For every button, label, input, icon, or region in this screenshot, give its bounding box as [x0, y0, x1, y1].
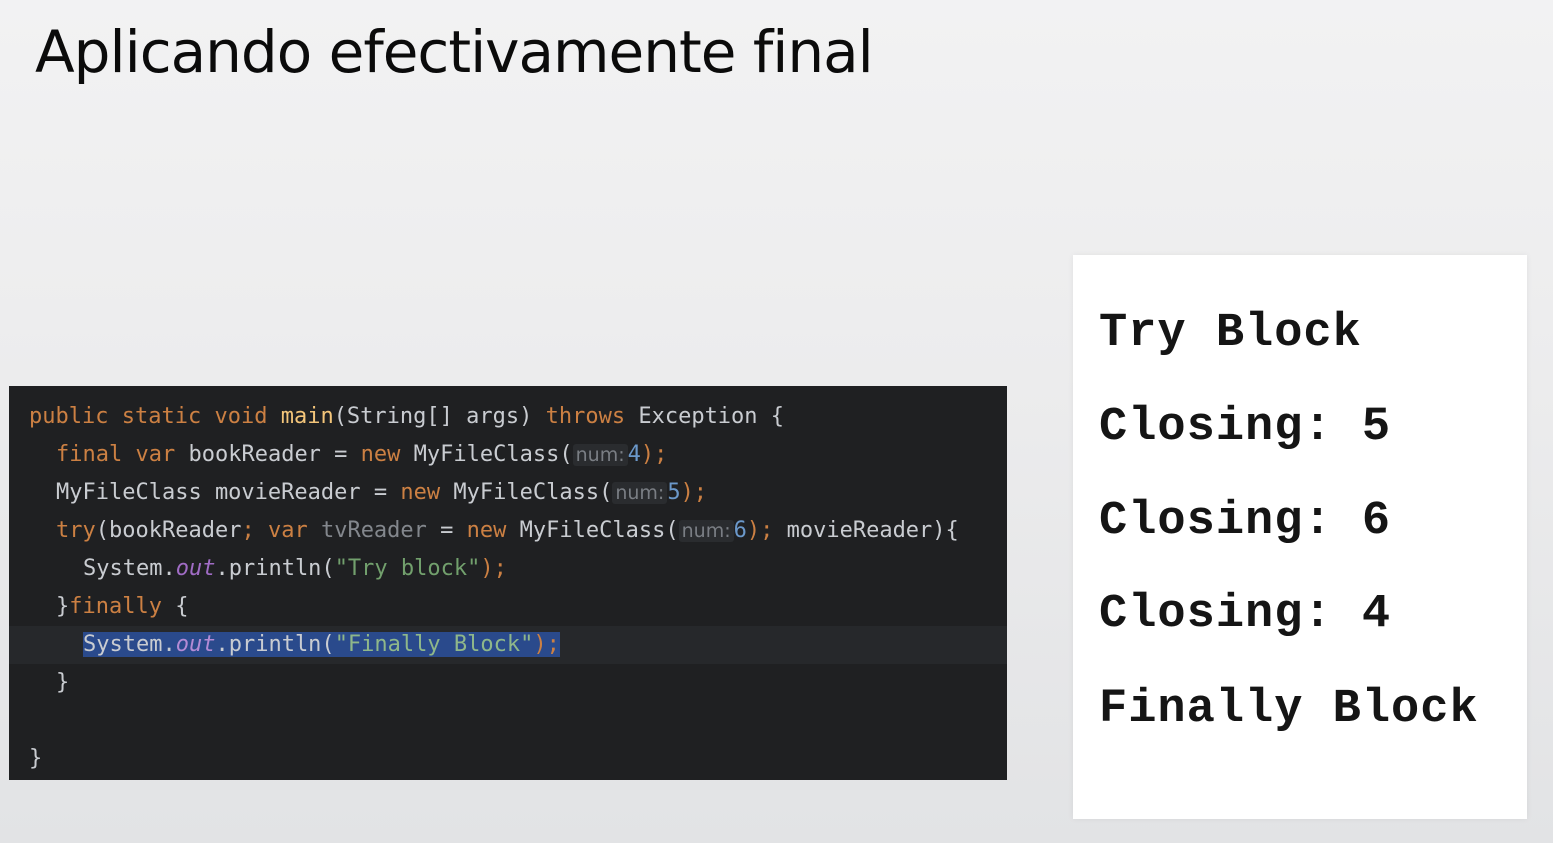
number-literal: 4 — [627, 442, 641, 467]
string-literal: "Finally Block" — [334, 632, 534, 657]
unused-variable-tv-reader: tvReader — [320, 518, 427, 543]
code-line-book-reader: final var bookReader = new MyFileClass(n… — [9, 436, 667, 474]
try-resource-movie: movieReader){ — [773, 518, 959, 543]
static-field-out: out — [175, 632, 216, 657]
number-literal: 5 — [667, 480, 681, 505]
opening-brace: { — [161, 594, 189, 619]
keyword-void: void — [214, 404, 268, 429]
code-editor-panel[interactable]: public static void main(String[] args) t… — [9, 386, 1007, 780]
keyword-new: new — [466, 518, 507, 543]
output-line: Finally Block — [1099, 683, 1479, 736]
try-resource-book: (bookReader — [95, 518, 242, 543]
keyword-try: try — [56, 518, 96, 543]
system-class: System. — [83, 556, 176, 581]
semicolon: ; — [241, 518, 255, 543]
keyword-public: public — [29, 404, 109, 429]
code-line-main-signature: public static void main(String[] args) t… — [9, 398, 784, 436]
system-class: System. — [83, 632, 176, 657]
method-name-main: main — [280, 404, 334, 429]
static-field-out: out — [175, 556, 216, 581]
keyword-new: new — [400, 480, 441, 505]
constructor-call: MyFileClass( — [440, 480, 613, 505]
movie-reader-decl: MyFileClass movieReader = — [56, 480, 401, 505]
code-line-finally: }finally { — [9, 588, 188, 626]
statement-end: ); — [746, 518, 774, 543]
code-line-print-finally[interactable]: System.out.println("Finally Block"); — [9, 626, 560, 664]
param-hint: num: — [612, 482, 668, 504]
keyword-var: var — [135, 442, 176, 467]
text-selection: System.out.println("Finally Block"); — [83, 632, 560, 657]
output-line: Closing: 6 — [1099, 495, 1392, 548]
code-line-close-finally: } — [9, 664, 69, 702]
keyword-finally: finally — [69, 594, 162, 619]
keyword-var: var — [267, 518, 308, 543]
statement-end: ); — [480, 556, 507, 581]
param-hint: num: — [678, 520, 734, 542]
number-literal: 6 — [733, 518, 747, 543]
slide-title: Aplicando efectivamente final — [35, 18, 874, 86]
println-call: .println( — [215, 556, 335, 581]
keyword-static: static — [121, 404, 202, 429]
statement-end: ); — [640, 442, 668, 467]
closing-brace: } — [56, 594, 70, 619]
keyword-final: final — [56, 442, 123, 467]
keyword-new: new — [360, 442, 401, 467]
code-line-movie-reader: MyFileClass movieReader = new MyFileClas… — [9, 474, 707, 512]
keyword-throws: throws — [545, 404, 626, 429]
output-line: Closing: 4 — [1099, 588, 1392, 641]
main-params: (String[] args) — [333, 404, 546, 429]
code-line-close-main: } — [9, 740, 42, 778]
println-call: .println( — [215, 632, 335, 657]
closing-brace: } — [56, 670, 70, 695]
console-output-panel: Try Block Closing: 5 Closing: 6 Closing:… — [1073, 255, 1527, 819]
constructor-call: MyFileClass( — [400, 442, 573, 467]
code-line-try-resources: try(bookReader; var tvReader = new MyFil… — [9, 512, 959, 550]
output-line: Try Block — [1099, 307, 1362, 360]
string-literal: "Try block" — [334, 556, 481, 581]
param-hint: num: — [572, 444, 628, 466]
constructor-call: MyFileClass( — [506, 518, 679, 543]
statement-end: ); — [533, 632, 560, 657]
output-line: Closing: 5 — [1099, 401, 1392, 454]
book-reader-decl: bookReader = — [175, 442, 361, 467]
statement-end: ); — [680, 480, 708, 505]
main-signature-tail: Exception { — [625, 404, 785, 429]
code-line-print-try: System.out.println("Try block"); — [9, 550, 507, 588]
closing-brace: } — [29, 746, 43, 771]
assign-op: = — [426, 518, 467, 543]
